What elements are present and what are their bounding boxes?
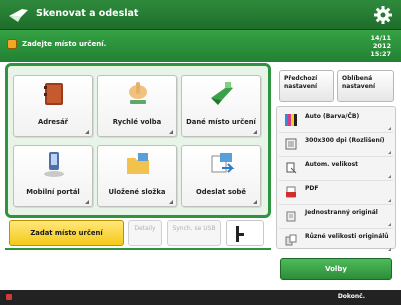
alert-icon bbox=[7, 39, 17, 49]
color-mode-label: Auto (Barva/ČB) bbox=[305, 113, 360, 120]
address-book-button[interactable]: Adresář bbox=[13, 75, 93, 137]
one-touch-label: Rychlé volba bbox=[112, 118, 162, 126]
stored-folder-label: Uložené složka bbox=[108, 188, 166, 196]
corner-marker bbox=[388, 223, 391, 226]
mobile-portal-button[interactable]: Mobilní portál bbox=[13, 145, 93, 207]
corner-marker bbox=[253, 200, 257, 204]
options-button[interactable]: Volby bbox=[280, 258, 392, 280]
mobile-portal-icon bbox=[44, 152, 64, 177]
resolution-row[interactable]: 300x300 dpi (Rozlišení) bbox=[279, 133, 393, 157]
settings-panel: Auto (Barva/ČB) 300x300 dpi (Rozlišení) … bbox=[276, 106, 396, 251]
corner-marker bbox=[388, 127, 391, 130]
address-book-label: Adresář bbox=[37, 118, 69, 126]
favorites-button[interactable]: Dané místo určení bbox=[181, 75, 261, 137]
details-button[interactable]: Detaily bbox=[128, 220, 162, 246]
file-format-icon bbox=[286, 186, 296, 198]
scan-send-icon bbox=[9, 9, 28, 22]
corner-marker bbox=[388, 175, 391, 178]
status-monitor-button[interactable]: Dokonč. bbox=[338, 293, 365, 300]
mixed-size-row[interactable]: Různé velikosti originálů bbox=[279, 229, 393, 253]
date-time: 14/11 2012 15:27 bbox=[351, 34, 391, 58]
status-bar: Zadejte místo určení. 14/11 2012 15:27 bbox=[0, 30, 401, 62]
stapler-button[interactable] bbox=[226, 220, 264, 246]
favorites-label: Dané místo určení bbox=[186, 118, 256, 126]
send-to-myself-icon bbox=[211, 153, 235, 173]
footer-bar: Dokonč. bbox=[0, 290, 401, 305]
time-label: 15:27 bbox=[370, 50, 391, 58]
destination-panel: Adresář Rychlé volba Dané místo určení M… bbox=[5, 63, 271, 218]
stop-icon[interactable] bbox=[6, 294, 12, 300]
file-format-label: PDF bbox=[305, 185, 319, 192]
one-touch-button[interactable]: Rychlé volba bbox=[97, 75, 177, 137]
color-mode-icon bbox=[285, 114, 297, 126]
staple-icon bbox=[236, 226, 244, 242]
corner-marker bbox=[85, 200, 89, 204]
date-label: 14/11 2012 bbox=[370, 34, 391, 50]
gear-icon[interactable] bbox=[373, 5, 393, 25]
scan-size-label: Autom. velikost bbox=[305, 161, 359, 168]
one-touch-icon bbox=[129, 82, 147, 104]
corner-marker bbox=[253, 130, 257, 134]
panel-divider bbox=[5, 248, 271, 250]
mixed-size-label: Různé velikosti originálů bbox=[305, 233, 389, 240]
send-to-myself-label: Odeslat sobě bbox=[195, 188, 247, 196]
previous-settings-tab[interactable]: Předchozí nastavení bbox=[279, 70, 334, 102]
specify-destination-button[interactable]: Zadat místo určení bbox=[9, 220, 124, 246]
resolution-icon bbox=[285, 138, 297, 150]
sync-button[interactable]: Synch. se USB bbox=[167, 220, 221, 246]
original-type-label: Jednostranný originál bbox=[305, 209, 378, 216]
send-to-myself-button[interactable]: Odeslat sobě bbox=[181, 145, 261, 207]
favorites-icon bbox=[211, 82, 233, 105]
scan-size-row[interactable]: Autom. velikost bbox=[279, 157, 393, 181]
corner-marker bbox=[388, 199, 391, 202]
resolution-label: 300x300 dpi (Rozlišení) bbox=[305, 137, 385, 144]
original-type-row[interactable]: Jednostranný originál bbox=[279, 205, 393, 229]
color-mode-row[interactable]: Auto (Barva/ČB) bbox=[279, 109, 393, 133]
mixed-size-icon bbox=[285, 234, 297, 246]
address-book-icon bbox=[44, 83, 63, 105]
corner-marker bbox=[388, 248, 391, 251]
scan-size-icon bbox=[286, 162, 297, 174]
original-type-icon bbox=[286, 211, 296, 222]
corner-marker bbox=[169, 130, 173, 134]
file-format-row[interactable]: PDF bbox=[279, 181, 393, 205]
mobile-portal-label: Mobilní portál bbox=[26, 188, 80, 196]
corner-marker bbox=[169, 200, 173, 204]
folder-icon bbox=[127, 153, 149, 174]
favorite-settings-tab[interactable]: Oblíbená nastavení bbox=[337, 70, 394, 102]
screen-title: Skenovat a odeslat bbox=[36, 8, 139, 19]
status-message: Zadejte místo určení. bbox=[22, 40, 107, 48]
title-bar: Skenovat a odeslat bbox=[0, 0, 401, 30]
corner-marker bbox=[388, 151, 391, 154]
stored-folder-button[interactable]: Uložené složka bbox=[97, 145, 177, 207]
corner-marker bbox=[85, 130, 89, 134]
